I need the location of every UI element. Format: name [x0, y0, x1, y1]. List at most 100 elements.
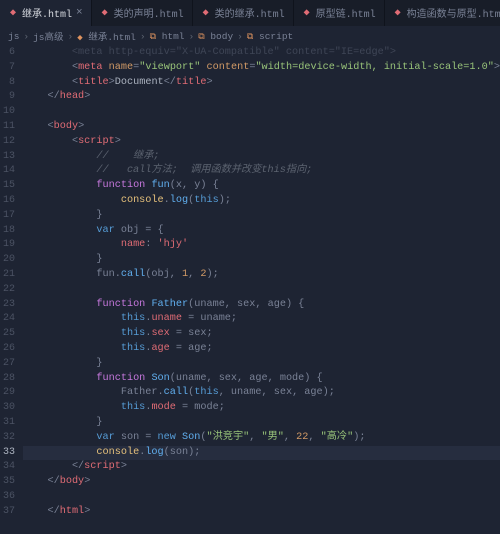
code-line[interactable]: var son = new Son("洪竞宇", "男", 22, "高冷");: [23, 431, 500, 446]
html-file-icon: ◆: [393, 7, 403, 19]
code-line[interactable]: // call方法; 调用函数并改变this指向;: [23, 164, 500, 179]
code-line[interactable]: </script>: [23, 460, 500, 475]
code-line[interactable]: function Son(uname, sex, age, mode) {: [23, 372, 500, 387]
line-number: 26: [0, 342, 15, 357]
breadcrumb-item[interactable]: ⧉ body: [198, 31, 233, 42]
code-line[interactable]: </body>: [23, 475, 500, 490]
line-number: 7: [0, 61, 15, 76]
line-number: 14: [0, 164, 15, 179]
code-line[interactable]: <body>: [23, 120, 500, 135]
html-file-icon: ◆: [100, 7, 110, 19]
tab-label: 构造函数与原型.html: [407, 5, 500, 21]
line-number: 34: [0, 460, 15, 475]
code-line[interactable]: </head>: [23, 90, 500, 105]
line-number: 20: [0, 253, 15, 268]
breadcrumb-separator: ›: [68, 31, 74, 42]
breadcrumb-item[interactable]: ⧉ html: [150, 31, 185, 42]
code-line[interactable]: [23, 490, 500, 505]
line-number: 9: [0, 90, 15, 105]
close-icon[interactable]: ×: [76, 7, 83, 19]
code-line[interactable]: <title>Document</title>: [23, 76, 500, 91]
tab-label: 类的继承.html: [215, 5, 285, 21]
code-line[interactable]: console.log(this);: [23, 194, 500, 209]
line-number: 16: [0, 194, 15, 209]
tab[interactable]: ◆ 原型链.html: [294, 0, 385, 26]
editor-tabs: ◆ 继承.html × ◆ 类的声明.html ◆ 类的继承.html ◆ 原型链.html ◆ 构…: [0, 0, 500, 26]
line-number: 8: [0, 76, 15, 91]
html-file-icon: ◆: [77, 33, 82, 43]
element-icon: ⧉: [247, 32, 253, 42]
code-line[interactable]: </html>: [23, 505, 500, 520]
code-line[interactable]: }: [23, 209, 500, 224]
line-number: 17: [0, 209, 15, 224]
line-number: 25: [0, 327, 15, 342]
tab[interactable]: ◆ 类的声明.html: [92, 0, 193, 26]
breadcrumb-separator: ›: [140, 31, 146, 42]
tab[interactable]: ◆ 继承.html ×: [0, 0, 92, 26]
line-number: 24: [0, 312, 15, 327]
code-line[interactable]: var obj = {: [23, 224, 500, 239]
line-number: 13: [0, 150, 15, 165]
element-icon: ⧉: [198, 32, 204, 42]
line-number: 11: [0, 120, 15, 135]
line-number: 36: [0, 490, 15, 505]
tab[interactable]: ◆ 构造函数与原型.html: [385, 0, 500, 26]
line-number: 33: [0, 446, 15, 461]
code-line[interactable]: <meta http-equiv="X-UA-Compatible" conte…: [23, 46, 500, 61]
code-line[interactable]: <script>: [23, 135, 500, 150]
code-line[interactable]: function fun(x, y) {: [23, 179, 500, 194]
line-number: 35: [0, 475, 15, 490]
code-line[interactable]: }: [23, 416, 500, 431]
breadcrumb-item[interactable]: js高级: [33, 29, 63, 43]
line-number: 37: [0, 505, 15, 520]
line-number: 31: [0, 416, 15, 431]
code-line[interactable]: this.uname = uname;: [23, 312, 500, 327]
html-file-icon: ◆: [8, 7, 18, 19]
code-line[interactable]: <meta name="viewport" content="width=dev…: [23, 61, 500, 76]
code-line[interactable]: }: [23, 253, 500, 268]
line-number: 29: [0, 386, 15, 401]
code-line[interactable]: [23, 105, 500, 120]
line-number: 18: [0, 224, 15, 239]
tab[interactable]: ◆ 类的继承.html: [193, 0, 294, 26]
line-number: 22: [0, 283, 15, 298]
html-file-icon: ◆: [201, 7, 211, 19]
breadcrumb-item[interactable]: js: [8, 31, 19, 42]
code-line[interactable]: fun.call(obj, 1, 2);: [23, 268, 500, 283]
html-file-icon: ◆: [302, 7, 312, 19]
breadcrumb-separator: ›: [237, 31, 243, 42]
code-line[interactable]: }: [23, 357, 500, 372]
code-line[interactable]: this.mode = mode;: [23, 401, 500, 416]
line-number: 10: [0, 105, 15, 120]
line-number: 21: [0, 268, 15, 283]
line-number: 30: [0, 401, 15, 416]
breadcrumb-separator: ›: [23, 31, 29, 42]
line-number: 15: [0, 179, 15, 194]
code-line[interactable]: this.age = age;: [23, 342, 500, 357]
breadcrumb-item[interactable]: ◆ 继承.html: [77, 29, 136, 43]
code-area[interactable]: <meta http-equiv="X-UA-Compatible" conte…: [23, 46, 500, 520]
line-number: 27: [0, 357, 15, 372]
line-number-gutter: 6789101112131415161718192021222324252627…: [0, 46, 23, 520]
line-number: 6: [0, 46, 15, 61]
line-number: 23: [0, 298, 15, 313]
line-number: 32: [0, 431, 15, 446]
tab-label: 类的声明.html: [114, 5, 184, 21]
breadcrumb-separator: ›: [189, 31, 195, 42]
code-line[interactable]: console.log(son);: [23, 446, 500, 461]
breadcrumb-item[interactable]: ⧉ script: [247, 31, 293, 42]
line-number: 28: [0, 372, 15, 387]
line-number: 12: [0, 135, 15, 150]
code-line[interactable]: Father.call(this, uname, sex, age);: [23, 386, 500, 401]
tab-label: 原型链.html: [316, 5, 376, 21]
code-line[interactable]: function Father(uname, sex, age) {: [23, 298, 500, 313]
code-line[interactable]: // 继承;: [23, 150, 500, 165]
breadcrumb: js›js高级›◆ 继承.html›⧉ html›⧉ body›⧉ script: [0, 26, 500, 46]
code-line[interactable]: this.sex = sex;: [23, 327, 500, 342]
code-line[interactable]: [23, 283, 500, 298]
code-editor[interactable]: 6789101112131415161718192021222324252627…: [0, 46, 500, 520]
code-line[interactable]: name: 'hjy': [23, 238, 500, 253]
line-number: 19: [0, 238, 15, 253]
tab-label: 继承.html: [22, 5, 72, 21]
element-icon: ⧉: [150, 32, 156, 42]
